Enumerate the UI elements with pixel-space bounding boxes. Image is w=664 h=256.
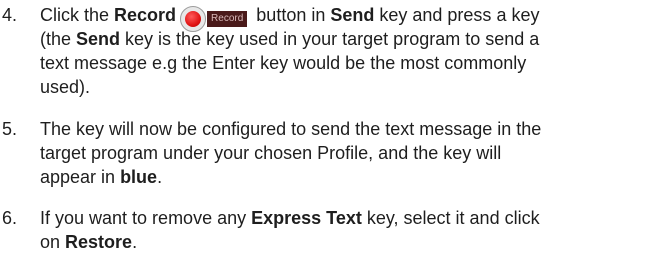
record-button-image: Record — [180, 6, 248, 33]
step-number: 5. — [2, 119, 18, 139]
step-5-line-3: appear in blue. — [40, 167, 163, 187]
step-4-line-2: (the Send key is the key used in your ta… — [40, 29, 540, 49]
record-icon — [180, 6, 207, 33]
restore-emphasis: Restore — [65, 232, 133, 252]
send-emphasis: Send — [330, 5, 375, 25]
record-button-label: Record — [207, 11, 248, 28]
step-text: If you want to remove any Express Text k… — [40, 206, 662, 254]
step-text: Click the Record Record button in Send ke… — [40, 3, 662, 99]
step-4-line-4: used). — [40, 77, 91, 97]
step-text: The key will now be configured to send t… — [40, 117, 662, 189]
step-number: 4. — [2, 5, 18, 25]
send-emphasis: Send — [76, 29, 121, 49]
step-4-line-3: text message e.g the Enter key would be … — [40, 53, 527, 73]
step-5-line-1: The key will now be configured to send t… — [40, 119, 542, 139]
step-6-line-1: If you want to remove any Express Text k… — [40, 208, 540, 228]
record-emphasis: Record — [114, 5, 177, 25]
instructions-document: 4. Click the Record Record button in Send… — [0, 0, 664, 256]
step-6-line-2: on Restore. — [40, 232, 138, 252]
blue-emphasis: blue — [120, 167, 158, 187]
express-text-emphasis: Express Text — [251, 208, 362, 228]
step-number: 6. — [2, 208, 18, 228]
step-4-line-1: Click the Record Record button in Send ke… — [40, 3, 662, 33]
step-5-line-2: target program under your chosen Profile… — [40, 143, 502, 163]
